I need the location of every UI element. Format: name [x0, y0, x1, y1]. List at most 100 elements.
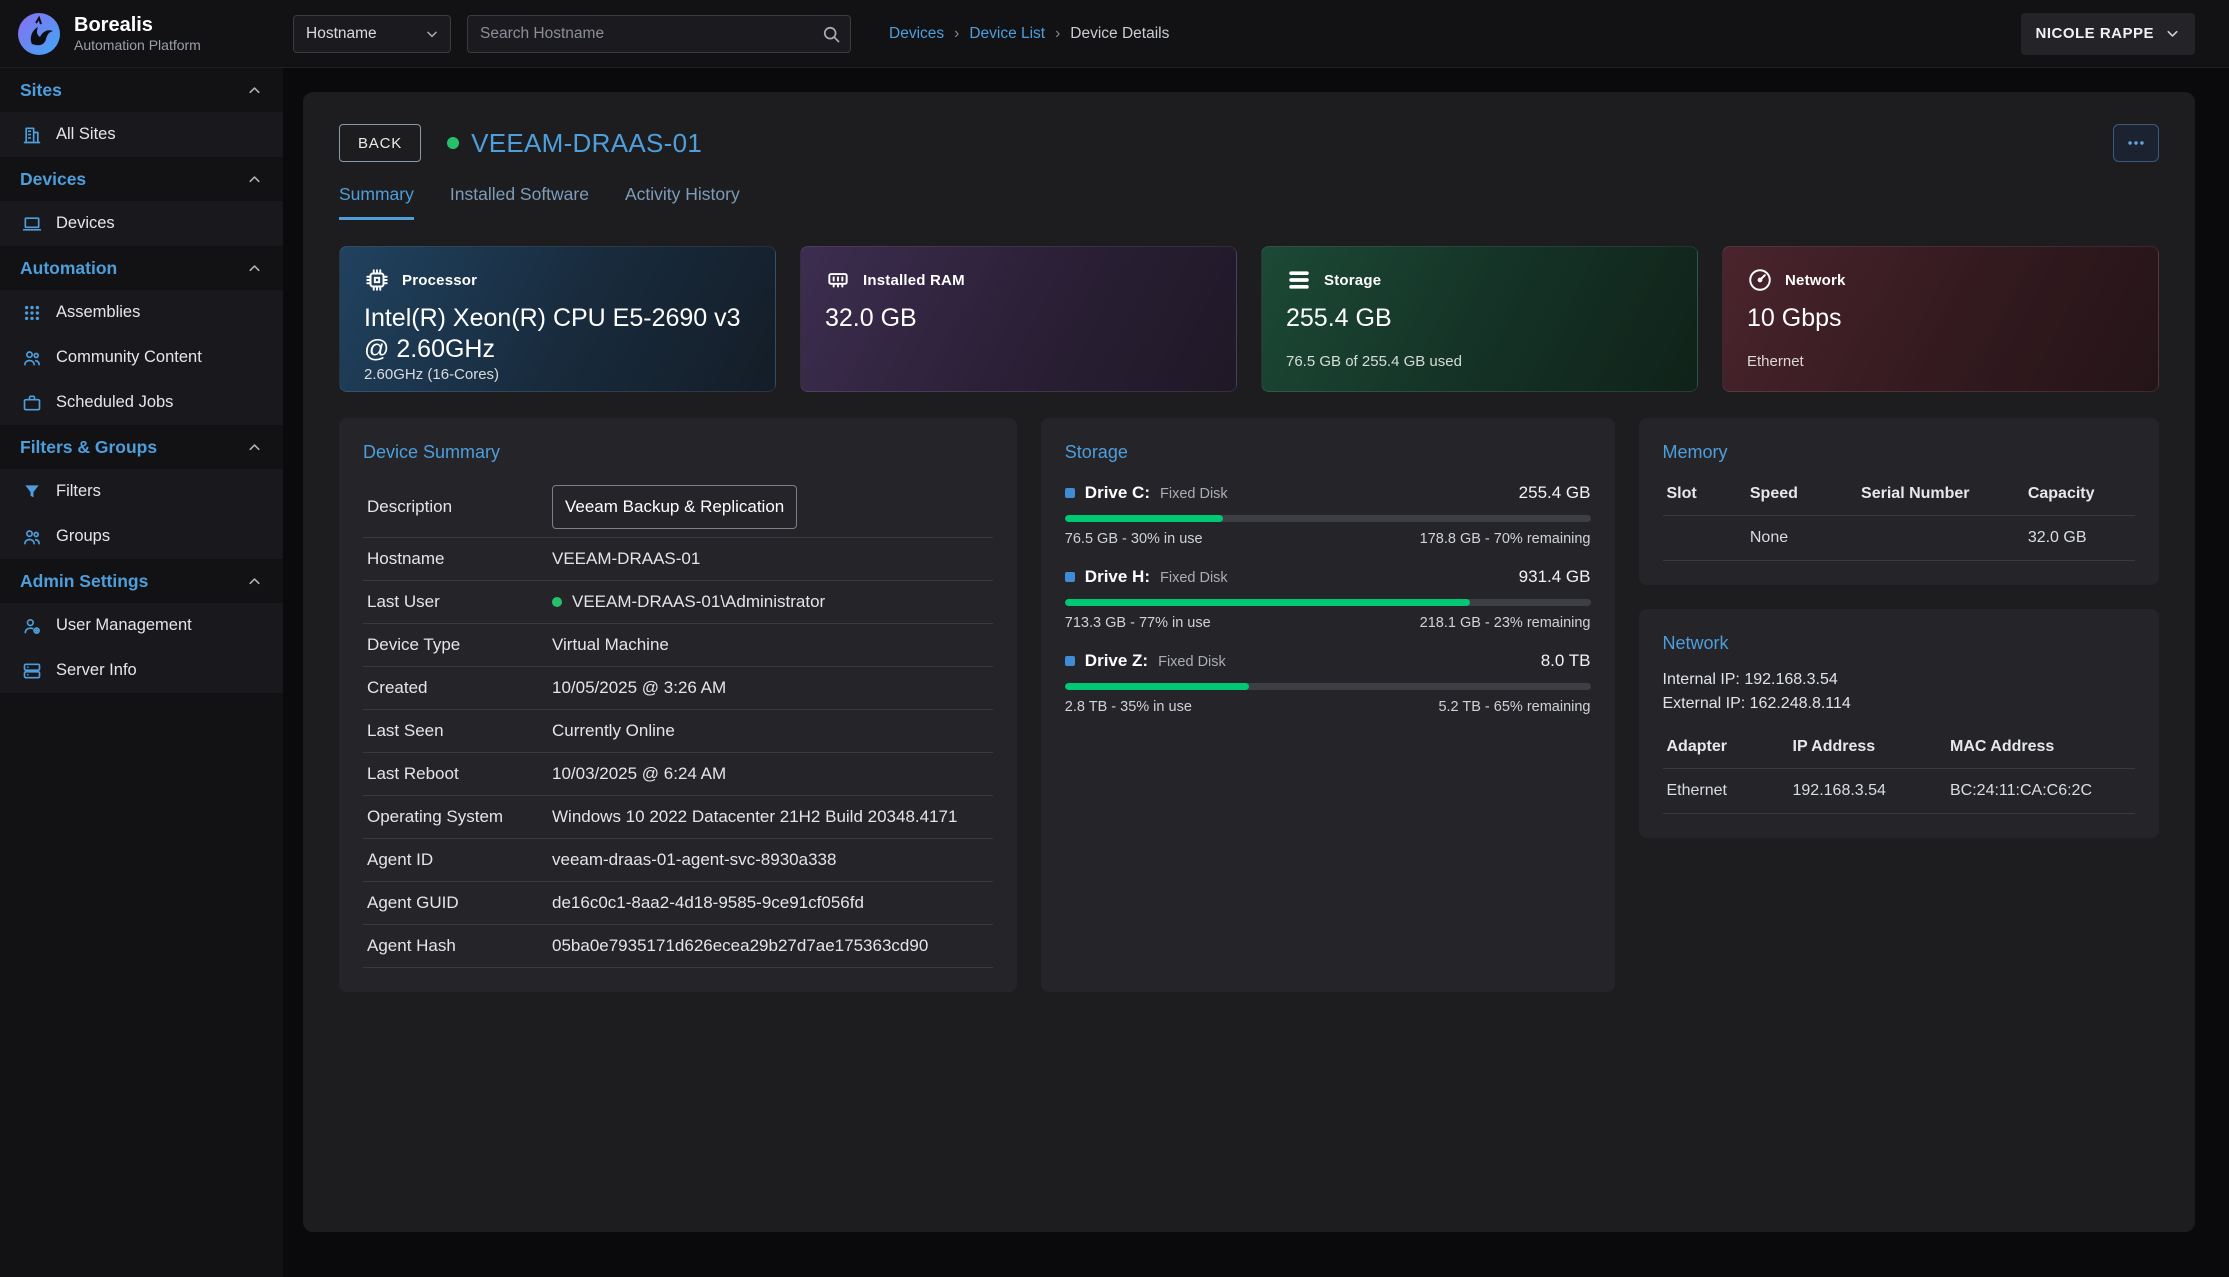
sidebar-item-all-sites[interactable]: All Sites	[0, 112, 283, 157]
funnel-icon	[22, 482, 42, 502]
summary-row-last-reboot: Last Reboot 10/03/2025 @ 6:24 AM	[363, 753, 993, 796]
more-actions-button[interactable]	[2113, 124, 2159, 162]
right-column: Memory Slot Speed Serial Number Capacity…	[1639, 418, 2160, 992]
sidebar-section-filters-groups[interactable]: Filters & Groups	[0, 425, 283, 469]
storage-panel: Storage Drive C: Fixed Disk 255.4 GB 76.…	[1041, 418, 1615, 992]
summary-row-created: Created 10/05/2025 @ 3:26 AM	[363, 667, 993, 710]
sidebar-item-server-info[interactable]: Server Info	[0, 648, 283, 693]
brand-name: Borealis	[74, 14, 201, 37]
row-value: Virtual Machine	[552, 635, 669, 655]
stat-cards: Processor Intel(R) Xeon(R) CPU E5-2690 v…	[339, 246, 2159, 392]
summary-row-hostname: Hostname VEEAM-DRAAS-01	[363, 538, 993, 581]
row-label: Last Reboot	[367, 764, 552, 784]
summary-row-last-user: Last User VEEAM-DRAAS-01\Administrator	[363, 581, 993, 624]
description-input[interactable]	[552, 485, 797, 529]
memory-table: Slot Speed Serial Number Capacity None 3…	[1663, 479, 2136, 561]
breadcrumb-devices[interactable]: Devices	[889, 25, 944, 43]
back-button[interactable]: BACK	[339, 124, 421, 162]
network-cell-mac: BC:24:11:CA:C6:2C	[1946, 769, 2135, 814]
hostname-filter-select[interactable]: Hostname	[293, 15, 451, 53]
row-label: Last Seen	[367, 721, 552, 741]
sidebar-item-label: Devices	[56, 214, 115, 233]
sidebar-item-devices[interactable]: Devices	[0, 201, 283, 246]
internal-ip-label: Internal IP:	[1663, 671, 1740, 688]
sidebar-item-label: Filters	[56, 482, 101, 501]
online-status-dot	[447, 137, 459, 149]
chevron-down-icon	[2164, 25, 2181, 42]
drive-usage-fill	[1065, 599, 1470, 606]
row-label: Agent Hash	[367, 936, 552, 956]
memory-header-serial: Serial Number	[1857, 479, 2024, 516]
chip-icon	[364, 267, 390, 293]
disks-icon	[1286, 267, 1312, 293]
chevron-up-icon	[246, 260, 263, 277]
sidebar-item-community-content[interactable]: Community Content	[0, 335, 283, 380]
sidebar-item-groups[interactable]: Groups	[0, 514, 283, 559]
sidebar-item-filters[interactable]: Filters	[0, 469, 283, 514]
app-root: Borealis Automation Platform Hostname De…	[0, 0, 2229, 1277]
ram-icon	[825, 267, 851, 293]
sidebar-section-sites[interactable]: Sites	[0, 68, 283, 112]
sidebar-section-automation[interactable]: Automation	[0, 246, 283, 290]
drive-used-text: 713.3 GB - 77% in use	[1065, 615, 1211, 631]
panel-title: Network	[1663, 633, 2136, 654]
drive-usage-fill	[1065, 515, 1223, 522]
row-value: Windows 10 2022 Datacenter 21H2 Build 20…	[552, 807, 957, 827]
breadcrumb-device-list[interactable]: Device List	[969, 25, 1045, 43]
drive-usage-bar	[1065, 599, 1591, 606]
row-label: Operating System	[367, 807, 552, 827]
sidebar-item-scheduled-jobs[interactable]: Scheduled Jobs	[0, 380, 283, 425]
memory-cell-speed: None	[1746, 516, 1857, 561]
sidebar-item-label: Groups	[56, 527, 110, 546]
stat-footer: 2.60GHz (16-Cores)	[364, 366, 751, 384]
tab-activity-history[interactable]: Activity History	[625, 184, 740, 220]
drive-remaining-text: 218.1 GB - 23% remaining	[1420, 615, 1591, 631]
chevron-up-icon	[246, 573, 263, 590]
network-header-adapter: Adapter	[1663, 732, 1789, 769]
network-cell-ip: 192.168.3.54	[1789, 769, 1947, 814]
stat-label: Network	[1785, 272, 1846, 289]
sidebar-item-label: Community Content	[56, 348, 202, 367]
drive-type: Fixed Disk	[1158, 654, 1226, 670]
sidebar-item-assemblies[interactable]: Assemblies	[0, 290, 283, 335]
user-gear-icon	[22, 616, 42, 636]
memory-panel: Memory Slot Speed Serial Number Capacity…	[1639, 418, 2160, 585]
section-label: Filters & Groups	[20, 437, 157, 458]
drive-row-c: Drive C: Fixed Disk 255.4 GB 76.5 GB - 3…	[1065, 483, 1591, 547]
chevron-up-icon	[246, 439, 263, 456]
device-summary-panel: Device Summary Description Hostname VEEA…	[339, 418, 1017, 992]
sidebar-item-user-management[interactable]: User Management	[0, 603, 283, 648]
tab-summary[interactable]: Summary	[339, 184, 414, 220]
sidebar-section-admin-settings[interactable]: Admin Settings	[0, 559, 283, 603]
summary-row-operating-system: Operating System Windows 10 2022 Datacen…	[363, 796, 993, 839]
device-details-card: BACK VEEAM-DRAAS-01 Summary Installed So…	[303, 92, 2195, 1232]
network-table: Adapter IP Address MAC Address Ethernet …	[1663, 732, 2136, 814]
summary-row-description: Description	[363, 477, 993, 538]
external-ip-line: External IP: 162.248.8.114	[1663, 692, 2136, 716]
summary-row-agent-id: Agent ID veeam-draas-01-agent-svc-8930a3…	[363, 839, 993, 882]
row-value: veeam-draas-01-agent-svc-8930a338	[552, 850, 836, 870]
row-label: Hostname	[367, 549, 552, 569]
row-label: Description	[367, 497, 552, 517]
external-ip-label: External IP:	[1663, 695, 1746, 712]
section-label: Admin Settings	[20, 571, 148, 592]
memory-cell-capacity: 32.0 GB	[2024, 516, 2135, 561]
drive-row-h: Drive H: Fixed Disk 931.4 GB 713.3 GB - …	[1065, 567, 1591, 631]
external-ip-value: 162.248.8.114	[1750, 695, 1851, 712]
sidebar-item-label: User Management	[56, 616, 192, 635]
hostname-filter-value: Hostname	[306, 25, 377, 43]
drive-name: Drive H:	[1085, 567, 1150, 587]
drive-usage-bar	[1065, 515, 1591, 522]
sidebar: Sites All Sites Devices Devices Automati…	[0, 68, 283, 1277]
search-icon[interactable]	[821, 24, 841, 44]
network-header-mac: MAC Address	[1946, 732, 2135, 769]
row-label: Agent ID	[367, 850, 552, 870]
section-label: Sites	[20, 80, 62, 101]
row-value: VEEAM-DRAAS-01\Administrator	[552, 592, 825, 612]
row-value: Currently Online	[552, 721, 675, 741]
user-menu-button[interactable]: NICOLE RAPPE	[2021, 13, 2195, 55]
row-value: VEEAM-DRAAS-01	[552, 549, 700, 569]
search-input[interactable]	[467, 15, 851, 53]
sidebar-section-devices[interactable]: Devices	[0, 157, 283, 201]
tab-installed-software[interactable]: Installed Software	[450, 184, 589, 220]
